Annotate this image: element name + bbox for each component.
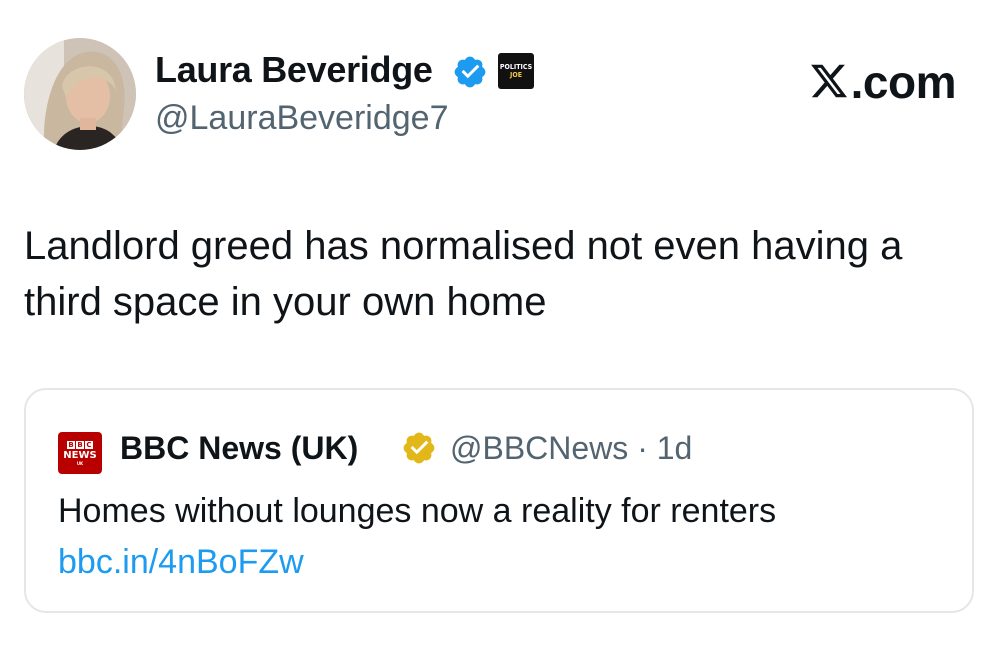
- avatar[interactable]: [24, 38, 136, 150]
- bbc-block: B: [76, 440, 84, 449]
- bbc-news-logo-icon[interactable]: B B C NEWS UK: [58, 432, 102, 474]
- author-handle[interactable]: @LauraBeveridge7: [155, 97, 448, 139]
- bbc-block: C: [85, 440, 93, 449]
- quoted-handle-time[interactable]: @BBCNews · 1d: [450, 428, 692, 468]
- quoted-tweet-text: Homes without lounges now a reality for …: [58, 492, 777, 530]
- bbc-blocks: B B C: [67, 440, 93, 449]
- verified-badge-blue-icon[interactable]: [452, 54, 488, 90]
- tweet-text: Landlord greed has normalised not even h…: [24, 224, 903, 324]
- affiliate-label-line2: JOE: [510, 71, 522, 79]
- profile-photo: [24, 38, 136, 150]
- author-display-name[interactable]: Laura Beveridge: [155, 48, 433, 92]
- bbc-block: B: [67, 440, 75, 449]
- quoted-display-name[interactable]: BBC News (UK): [120, 428, 358, 468]
- quoted-tweet-link[interactable]: bbc.in/4nBoFZw: [58, 540, 304, 584]
- bbc-region-word: UK: [76, 460, 84, 466]
- x-logo-icon: [810, 64, 847, 98]
- site-logo: .com: [809, 55, 957, 109]
- verified-badge-gold-icon[interactable]: [401, 430, 437, 466]
- affiliate-label-line1: POLITICS: [499, 63, 533, 71]
- bbc-news-word: NEWS: [63, 449, 97, 461]
- quoted-tweet-card[interactable]: B B C NEWS UK BBC News (UK) @BBCNews · 1…: [24, 388, 974, 613]
- site-logo-text: .com: [850, 56, 957, 108]
- affiliate-badge[interactable]: POLITICS JOE: [498, 53, 534, 89]
